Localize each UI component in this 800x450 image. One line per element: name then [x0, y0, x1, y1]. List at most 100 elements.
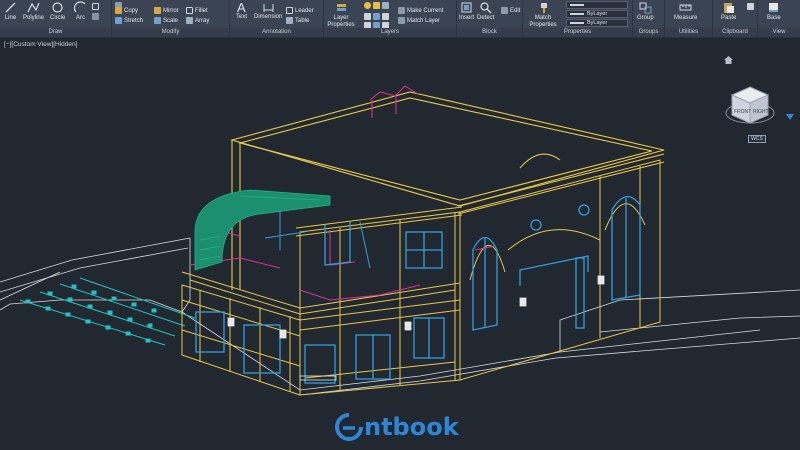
mirror-label: Mirror [163, 7, 179, 14]
array-icon [186, 17, 193, 24]
leader-tool[interactable]: Leader [286, 6, 314, 15]
circle-label: Circle [50, 15, 66, 21]
make-current-tool[interactable]: Make Current [398, 6, 443, 15]
properties-panel: Match Properties ByLayer ByLayer Propert… [523, 0, 633, 38]
table-tool[interactable]: Table [286, 16, 309, 25]
match-properties-icon [540, 3, 547, 13]
modify-panel-title[interactable]: Modify [112, 28, 229, 37]
polyline-label: Polyline [23, 15, 45, 21]
groups-panel: Group Groups [633, 0, 665, 38]
modify-panel: Copy Stretch Mirror Scale Fillet Array M… [112, 0, 230, 38]
circle-tool[interactable]: Circle [50, 1, 65, 21]
scale-label: Scale [163, 17, 179, 24]
arc-icon [74, 1, 86, 13]
line-tool[interactable]: Line [4, 1, 17, 21]
layer-off-icon [382, 13, 389, 20]
scale-icon [154, 17, 161, 24]
linetype-dropdown[interactable]: ByLayer [566, 10, 628, 18]
detect-icon [480, 2, 492, 14]
paste-tool[interactable]: Paste [721, 1, 736, 21]
drawing-viewport[interactable]: [−][Custom View][Hidden] FRONT RIGHT WCS… [0, 38, 800, 450]
copy-tool[interactable]: Copy [115, 6, 138, 15]
svg-text:A: A [237, 0, 246, 13]
copy-clip-icon [747, 3, 754, 10]
measure-label: Measure [674, 15, 698, 21]
group-tool[interactable]: Group [637, 1, 654, 21]
line-icon [5, 2, 16, 13]
stretch-tool[interactable]: Stretch [115, 16, 143, 25]
interior-details [264, 210, 371, 269]
polyline-tool[interactable]: Polyline [23, 1, 44, 21]
building-drawing [0, 85, 800, 396]
wall-lamps [227, 275, 605, 381]
paste-icon [724, 3, 735, 13]
groups-panel-title[interactable]: Groups [633, 28, 664, 37]
stretch-icon [115, 17, 122, 24]
insert-tool[interactable]: Insert [459, 1, 474, 21]
home-icon[interactable] [724, 56, 733, 64]
linetype-swatch [570, 12, 584, 15]
lineweight-swatch [570, 21, 584, 24]
dimension-tool[interactable]: Dimension [254, 0, 282, 20]
layers-panel: Layer Properties Make Current Match Laye… [324, 0, 457, 38]
measure-tool[interactable]: Measure [674, 1, 697, 21]
layer-properties-tool[interactable]: Layer Properties [326, 1, 356, 29]
lightbulb-icon [364, 2, 371, 9]
wcs-menu[interactable]: WCS [748, 135, 766, 143]
copy-clip-tool[interactable] [747, 2, 754, 11]
viewcube-front-face[interactable]: FRONT [734, 109, 751, 115]
arc-tool[interactable]: Arc [74, 1, 87, 21]
navigation-bar-icon[interactable] [786, 114, 794, 120]
lineweight-dropdown[interactable]: ByLayer [566, 19, 628, 27]
dimension-label: Dimension [254, 14, 283, 20]
array-tool[interactable]: Array [186, 16, 209, 25]
layer-state-icons[interactable] [364, 1, 389, 10]
utilities-panel-title[interactable]: Utilities [665, 28, 712, 37]
paste-label: Paste [721, 15, 737, 21]
match-properties-label: Match Properties [529, 15, 557, 28]
layers-panel-title[interactable]: Layers [324, 28, 456, 37]
polyline-icon [27, 2, 40, 13]
match-properties-tool[interactable]: Match Properties [525, 1, 561, 29]
line-label: Line [4, 15, 17, 21]
edit-label: Edit [510, 7, 521, 14]
fillet-label: Fillet [195, 7, 208, 14]
layer-freeze-icon [373, 13, 380, 20]
edit-block-tool[interactable]: Edit [501, 6, 520, 15]
layer-isolate-icon [364, 13, 371, 20]
fillet-icon [186, 7, 193, 14]
array-label: Array [195, 17, 210, 24]
layer-tools-row2[interactable] [364, 12, 389, 21]
viewcube-right-face[interactable]: RIGHT [753, 109, 769, 115]
mirror-icon [154, 7, 161, 14]
text-icon: A [237, 0, 246, 13]
group-label: Group [637, 15, 654, 21]
match-layer-tool[interactable]: Match Layer [398, 16, 440, 25]
color-dropdown[interactable] [566, 1, 628, 9]
block-panel-title[interactable]: Block [457, 28, 522, 37]
clipboard-panel-title[interactable]: Clipboard [713, 28, 757, 37]
text-tool[interactable]: A Text [235, 0, 248, 20]
view-panel-title[interactable]: View [758, 28, 800, 37]
lock-icon [382, 2, 389, 9]
layer-properties-label: Layer Properties [327, 15, 355, 28]
ribbon: Line Polyline Circle Arc Draw Copy Stret… [0, 0, 800, 38]
building-right-facade [457, 153, 665, 381]
fillet-tool[interactable]: Fillet [186, 6, 208, 15]
viewcube[interactable]: FRONT RIGHT [724, 73, 776, 133]
measure-icon [679, 4, 692, 11]
base-tool[interactable]: Base [767, 1, 781, 21]
clipboard-panel: Paste Clipboard [713, 0, 758, 38]
properties-panel-title[interactable]: Properties [523, 28, 632, 37]
annotation-panel-title[interactable]: Annotation [230, 28, 323, 37]
draw-panel-title[interactable]: Draw [0, 28, 111, 37]
mirror-tool[interactable]: Mirror [154, 6, 179, 15]
make-current-label: Make Current [407, 7, 444, 14]
draw-small-tools[interactable] [92, 2, 99, 11]
scale-tool[interactable]: Scale [154, 16, 178, 25]
text-label: Text [235, 14, 247, 20]
leader-label: Leader [295, 7, 314, 14]
base-label: Base [767, 15, 781, 21]
detect-tool[interactable]: Detect [477, 1, 494, 21]
draw-small-tools-2[interactable] [92, 12, 99, 21]
